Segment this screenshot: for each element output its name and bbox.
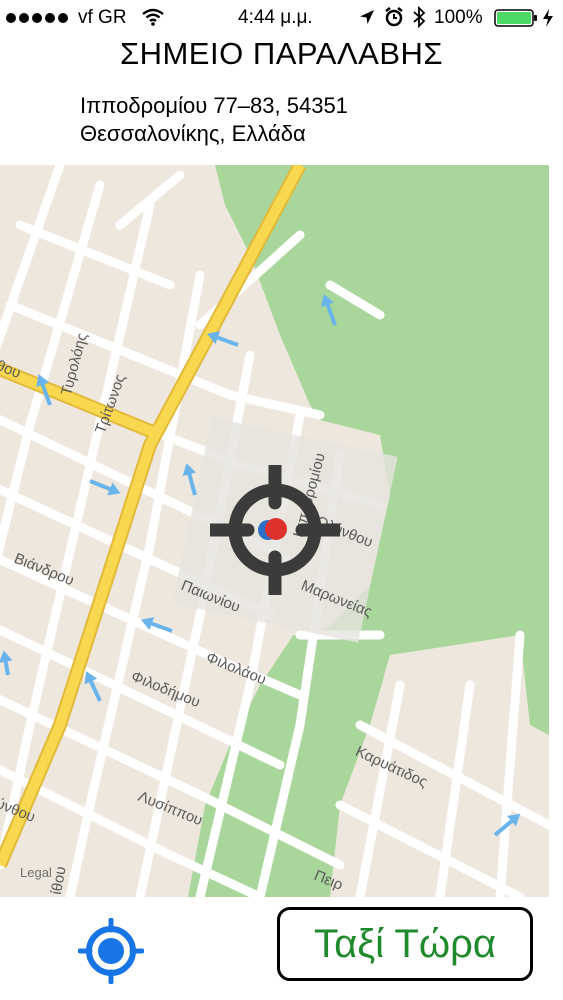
wifi-icon	[142, 8, 164, 26]
battery-icon	[494, 9, 537, 27]
location-target-icon	[77, 917, 145, 985]
alarm-icon	[385, 7, 403, 27]
bluetooth-icon	[413, 6, 426, 28]
status-bar: vf GR 4:44 μ.μ. 100%	[0, 0, 563, 36]
my-location-button[interactable]	[77, 917, 145, 985]
battery-percent: 100%	[434, 7, 483, 28]
taxi-now-button[interactable]: Ταξί Τώρα	[277, 907, 533, 981]
carrier-label: vf GR	[78, 7, 127, 28]
oneway-arrow	[0, 650, 13, 676]
address-line-1: Ιπποδρομίου 77–83, 54351	[80, 93, 348, 118]
pickup-address: Ιπποδρομίου 77–83, 54351 Θεσσαλονίκης, Ε…	[80, 92, 348, 148]
map-legal-link[interactable]: Legal	[20, 865, 52, 880]
address-line-2: Θεσσαλονίκης, Ελλάδα	[80, 121, 306, 146]
signal-dots-icon	[6, 13, 68, 23]
crosshair-pin-icon	[210, 465, 340, 595]
charging-bolt-icon	[543, 9, 553, 27]
page-title: ΣΗΜΕΙΟ ΠΑΡΑΛΑΒΗΣ	[119, 36, 444, 71]
location-arrow-icon	[360, 10, 374, 24]
status-time: 4:44 μ.μ.	[238, 7, 313, 28]
map-view[interactable]: Τυρολόης Τρίτωνος Ιπποδρομίου Ολύνθου Μα…	[0, 165, 549, 897]
